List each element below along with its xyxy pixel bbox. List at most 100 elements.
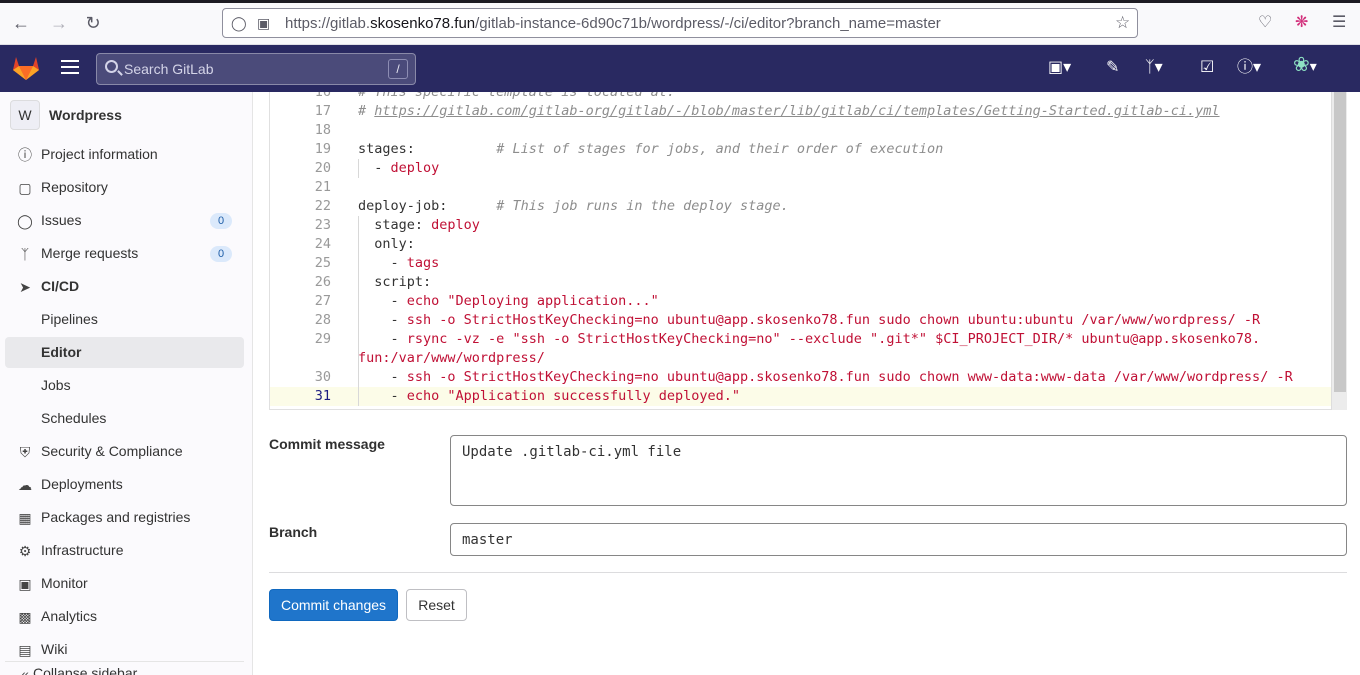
sidebar-item-label: Monitor bbox=[41, 575, 88, 591]
merge-request-icon[interactable]: ᛉ▾ bbox=[1145, 59, 1163, 77]
sidebar-item-infrastructure[interactable]: ⚙ Infrastructure bbox=[5, 535, 244, 566]
address-bar[interactable]: ◯ ▣ https://gitlab.skosenko78.fun/gitlab… bbox=[222, 8, 1138, 38]
sidebar-subitem-editor[interactable]: Editor bbox=[5, 337, 244, 368]
sidebar-item-issues[interactable]: ◯ Issues 0 bbox=[5, 205, 244, 236]
code-dash: - bbox=[390, 331, 407, 347]
reload-icon[interactable]: ↻ bbox=[82, 12, 104, 34]
chevron-double-left-icon: « bbox=[21, 666, 29, 675]
line-number: 25 bbox=[314, 255, 331, 271]
sidebar-subitem-schedules[interactable]: Schedules bbox=[5, 403, 244, 434]
forward-arrow-icon[interactable]: → bbox=[48, 12, 70, 34]
reset-button[interactable]: Reset bbox=[406, 589, 467, 621]
code-key: stage: bbox=[374, 217, 432, 233]
code-editor[interactable]: 16 # This specific template is located at… bbox=[269, 92, 1347, 410]
sidebar-item-security-compliance[interactable]: ⛨ Security & Compliance bbox=[5, 436, 244, 467]
sidebar-item-repository[interactable]: ▢ Repository bbox=[5, 172, 244, 203]
code-line[interactable]: 30 - ssh -o StrictHostKeyChecking=no ubu… bbox=[270, 368, 1332, 387]
pocket-icon[interactable]: ♡ bbox=[1258, 12, 1272, 32]
commit-message-field[interactable]: Update .gitlab-ci.yml file bbox=[450, 435, 1347, 506]
code-line[interactable]: 28 - ssh -o StrictHostKeyChecking=no ubu… bbox=[270, 311, 1332, 330]
editor-scrollbar[interactable] bbox=[1331, 92, 1347, 410]
shield-icon[interactable]: ◯ bbox=[231, 15, 247, 32]
code-line[interactable]: 26 script: bbox=[270, 273, 1332, 292]
sidebar-item-label: Repository bbox=[41, 179, 108, 195]
bookmark-star-icon[interactable]: ☆ bbox=[1115, 13, 1130, 33]
code-key: deploy-job: bbox=[358, 198, 448, 214]
code-value: deploy bbox=[431, 217, 480, 233]
collapse-sidebar-button[interactable]: « Collapse sidebar bbox=[5, 661, 244, 675]
code-line[interactable]: 22 deploy-job: # This job runs in the dep… bbox=[270, 197, 1332, 216]
sidebar-item-project-information[interactable]: ⓘ Project information bbox=[5, 139, 244, 170]
package-icon: ▦ bbox=[18, 510, 32, 526]
code-line[interactable]: 27 - echo "Deploying application..." bbox=[270, 292, 1332, 311]
line-number: 17 bbox=[314, 103, 331, 119]
sidebar-item-monitor[interactable]: ▣ Monitor bbox=[5, 568, 244, 599]
code-value: echo "Application successfully deployed.… bbox=[406, 388, 741, 404]
code-line[interactable]: 29 - rsync -vz -e "ssh -o StrictHostKeyC… bbox=[270, 330, 1332, 349]
sidebar-item-merge-requests[interactable]: ᛉ Merge requests 0 bbox=[5, 238, 244, 269]
search-shortcut-key: / bbox=[388, 59, 408, 79]
browser-toolbar: ← → ↻ ◯ ▣ https://gitlab.skosenko78.fun/… bbox=[0, 0, 1360, 45]
chart-icon: ▩ bbox=[18, 609, 32, 625]
code-line[interactable]: 23 stage: deploy bbox=[270, 216, 1332, 235]
code-text: # https://gitlab.com/gitlab-org/gitlab/-… bbox=[358, 102, 1220, 121]
extension-icon[interactable]: ❋ bbox=[1295, 12, 1308, 32]
code-line[interactable]: 17 # https://gitlab.com/gitlab-org/gitlab… bbox=[270, 102, 1332, 121]
branch-field[interactable]: master bbox=[450, 523, 1347, 556]
code-line[interactable]: 24 only: bbox=[270, 235, 1332, 254]
code-line[interactable]: 16 # This specific template is located at… bbox=[270, 92, 1332, 102]
search-input[interactable]: Search GitLab / bbox=[96, 53, 416, 85]
code-dash: - bbox=[390, 293, 407, 309]
code-text: # This specific template is located at: bbox=[358, 92, 675, 102]
book-icon: ▢ bbox=[18, 180, 32, 196]
gitlab-header: Search GitLab / ▣▾ ✎ ᛉ▾ ☑ ⓘ▾ ❀▾ bbox=[0, 45, 1360, 92]
scrollbar-thumb[interactable] bbox=[1334, 92, 1346, 392]
url-path: /gitlab-instance-6d90c71b/wordpress/-/ci… bbox=[475, 15, 941, 32]
line-number: 23 bbox=[314, 217, 331, 233]
sidebar-subitem-pipelines[interactable]: Pipelines bbox=[5, 304, 244, 335]
menu-icon[interactable]: ☰ bbox=[1332, 12, 1346, 32]
sidebar-item-label: Issues bbox=[41, 212, 82, 228]
code-line[interactable]: 31 - echo "Application successfully depl… bbox=[270, 387, 1332, 406]
lock-icon[interactable]: ▣ bbox=[257, 15, 270, 32]
line-number: 26 bbox=[314, 274, 331, 290]
line-number: 16 bbox=[314, 92, 331, 100]
sidebar-item-cicd[interactable]: ➤ CI/CD bbox=[5, 271, 244, 302]
sidebar-item-packages-registries[interactable]: ▦ Packages and registries bbox=[5, 502, 244, 533]
url-prefix: https://gitlab. bbox=[285, 15, 371, 32]
code-line[interactable]: 21 bbox=[270, 178, 1332, 197]
sidebar-item-analytics[interactable]: ▩ Analytics bbox=[5, 601, 244, 632]
commit-changes-button[interactable]: Commit changes bbox=[269, 589, 398, 621]
code-line[interactable]: 19 stages: # List of stages for jobs, and… bbox=[270, 140, 1332, 159]
sidebar-item-label: Pipelines bbox=[41, 311, 98, 327]
sidebar-subitem-jobs[interactable]: Jobs bbox=[5, 370, 244, 401]
hamburger-menu-icon[interactable] bbox=[61, 60, 79, 74]
search-icon bbox=[105, 60, 118, 73]
new-item-icon[interactable]: ▣▾ bbox=[1048, 59, 1071, 77]
code-text: only: bbox=[358, 235, 415, 254]
code-line[interactable]: fun:/var/www/wordpress/ bbox=[270, 349, 1332, 368]
code-value: deploy bbox=[390, 160, 440, 176]
url-text: https://gitlab.skosenko78.fun/gitlab-ins… bbox=[285, 15, 941, 32]
form-divider bbox=[269, 572, 1347, 573]
help-icon[interactable]: ⓘ▾ bbox=[1237, 59, 1261, 77]
back-arrow-icon[interactable]: ← bbox=[10, 12, 32, 34]
code-dash: - bbox=[374, 160, 391, 176]
avatar[interactable]: ❀▾ bbox=[1293, 55, 1317, 75]
issues-icon[interactable]: ✎ bbox=[1106, 59, 1119, 77]
sidebar-item-deployments[interactable]: ☁ Deployments bbox=[5, 469, 244, 500]
sidebar-item-label: CI/CD bbox=[41, 278, 80, 294]
code-line[interactable]: 20 - deploy bbox=[270, 159, 1332, 178]
monitor-icon: ▣ bbox=[18, 576, 32, 592]
commit-message-label: Commit message bbox=[269, 436, 385, 452]
code-line[interactable]: 18 bbox=[270, 121, 1332, 140]
sidebar-item-label: Jobs bbox=[41, 377, 71, 393]
code-text: script: bbox=[358, 273, 431, 292]
code-line[interactable]: 25 - tags bbox=[270, 254, 1332, 273]
code-dash: - bbox=[390, 388, 407, 404]
issues-icon: ◯ bbox=[17, 213, 33, 229]
project-name: Wordpress bbox=[49, 107, 122, 123]
gitlab-logo-icon[interactable] bbox=[12, 55, 40, 81]
todo-icon[interactable]: ☑ bbox=[1200, 59, 1214, 77]
